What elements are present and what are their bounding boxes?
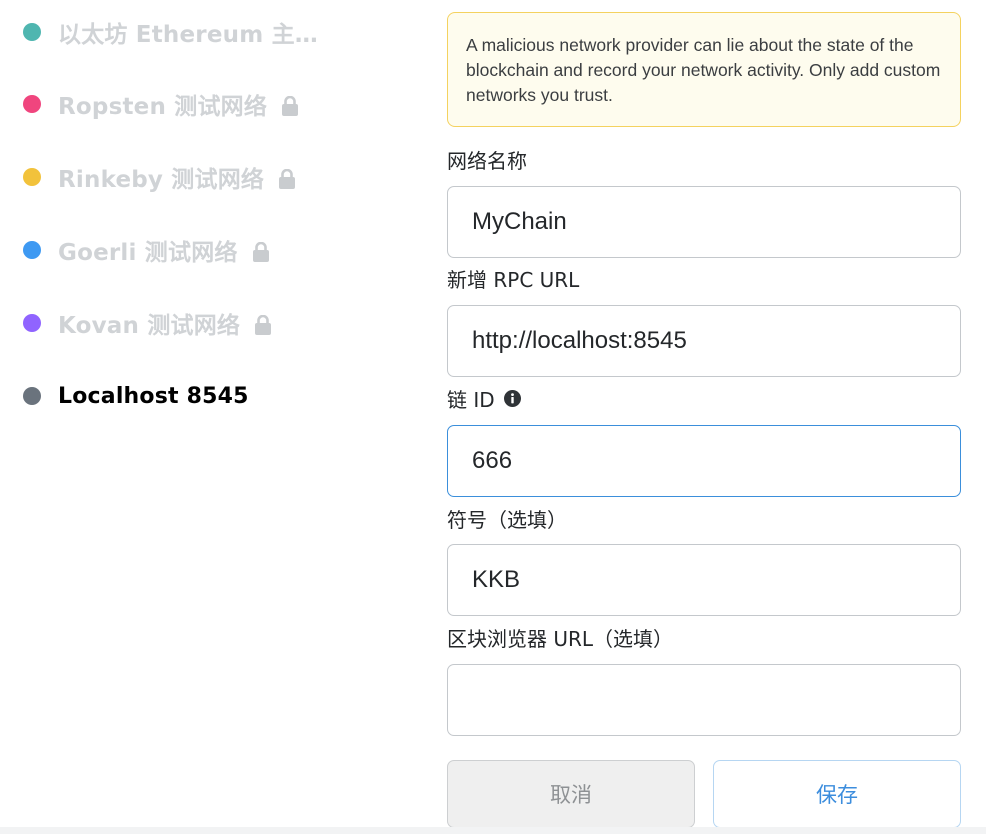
chain-id-label-text: 链 ID <box>447 387 495 412</box>
network-color-dot <box>23 23 41 41</box>
network-color-dot <box>23 95 41 113</box>
lock-icon <box>252 242 269 262</box>
bottom-divider <box>0 827 986 834</box>
network-name-label: 网络名称 <box>447 148 527 173</box>
network-label: Ropsten 测试网络 <box>58 87 299 121</box>
symbol-input[interactable] <box>447 544 961 616</box>
network-color-dot <box>23 314 41 332</box>
network-label: Localhost 8545 <box>58 383 249 409</box>
symbol-label: 符号（选填） <box>447 507 567 532</box>
explorer-url-label: 区块浏览器 URL（选填） <box>447 626 674 651</box>
network-item-goerli[interactable]: Goerli 测试网络 <box>0 230 420 270</box>
rpc-url-label: 新增 RPC URL <box>447 267 580 292</box>
info-icon[interactable] <box>503 389 521 407</box>
network-color-dot <box>23 168 41 186</box>
network-label: Rinkeby 测试网络 <box>58 160 296 194</box>
cancel-button[interactable]: 取消 <box>447 760 695 828</box>
rpc-url-input[interactable] <box>447 305 961 377</box>
network-item-kovan[interactable]: Kovan 测试网络 <box>0 303 420 343</box>
network-label-text: Ropsten 测试网络 <box>58 94 268 120</box>
network-name-input[interactable] <box>447 186 961 258</box>
network-label-text: Goerli 测试网络 <box>58 240 238 266</box>
chain-id-label: 链 ID <box>447 385 521 412</box>
network-label: Goerli 测试网络 <box>58 233 270 267</box>
network-item-mainnet[interactable]: 以太坊 Ethereum 主网络 <box>0 12 420 52</box>
chain-id-input[interactable] <box>447 425 961 497</box>
lock-icon <box>255 315 272 335</box>
network-label: 以太坊 Ethereum 主网络 <box>58 22 318 48</box>
lock-icon <box>279 169 296 189</box>
network-label-text: Kovan 测试网络 <box>58 313 241 339</box>
warning-banner: A malicious network provider can lie abo… <box>447 12 961 127</box>
network-item-localhost[interactable]: Localhost 8545 <box>0 376 420 416</box>
custom-network-page: 以太坊 Ethereum 主网络 Ropsten 测试网络 Rinkeby 测试… <box>0 0 986 834</box>
network-color-dot <box>23 241 41 259</box>
network-color-dot <box>23 387 41 405</box>
lock-icon <box>282 96 299 116</box>
network-item-rinkeby[interactable]: Rinkeby 测试网络 <box>0 157 420 197</box>
network-item-ropsten[interactable]: Ropsten 测试网络 <box>0 84 420 124</box>
network-label: Kovan 测试网络 <box>58 306 272 340</box>
explorer-url-input[interactable] <box>447 664 961 736</box>
save-button[interactable]: 保存 <box>713 760 961 828</box>
network-label-text: Rinkeby 测试网络 <box>58 167 265 193</box>
